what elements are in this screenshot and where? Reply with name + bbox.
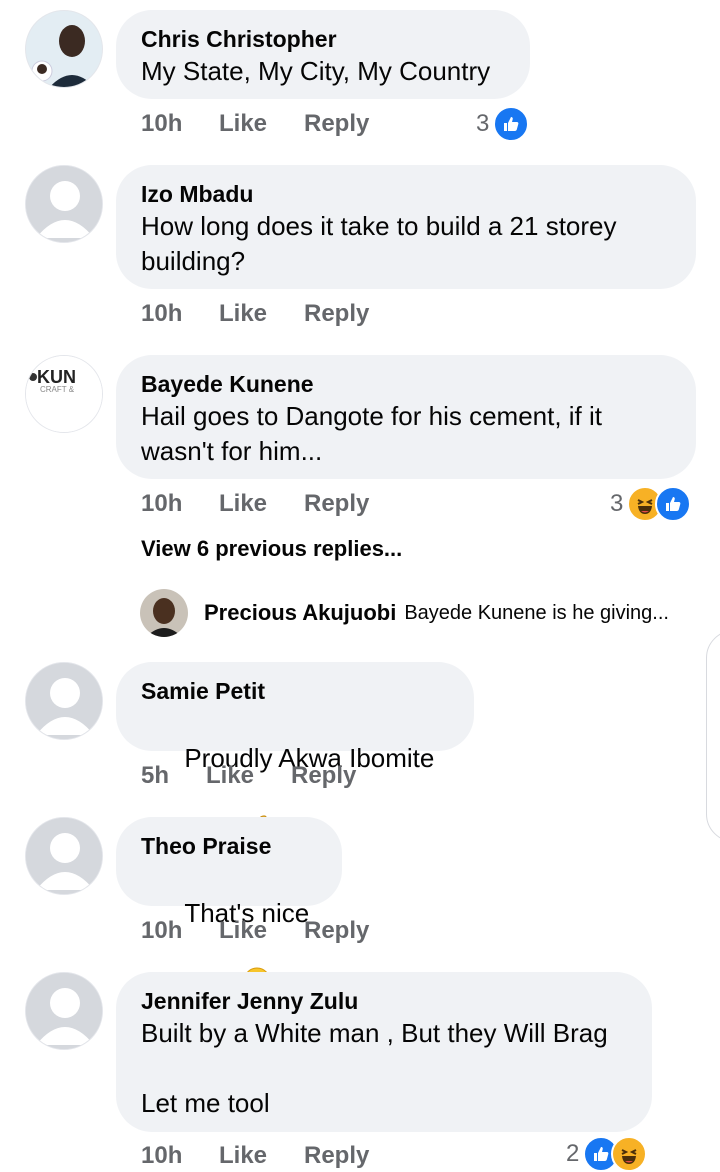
reaction-summary[interactable]: 3 xyxy=(476,106,530,142)
reaction-summary[interactable]: 2 xyxy=(566,1136,648,1172)
commenter-name[interactable]: Theo Praise xyxy=(141,831,316,861)
reply-button[interactable]: Reply xyxy=(304,300,369,328)
reply-button[interactable]: Reply xyxy=(304,1142,369,1170)
reaction-summary[interactable]: 3 xyxy=(610,486,692,522)
default-avatar-icon xyxy=(26,973,102,1049)
reply-preview[interactable]: Precious Akujuobi Bayede Kunene is he gi… xyxy=(140,589,669,637)
svg-text:CRAFT &: CRAFT & xyxy=(40,385,75,394)
comment-text: Hail goes to Dangote for his cement, if … xyxy=(141,401,610,466)
profile-photo xyxy=(26,11,102,87)
comment-actions: 10h Like Reply xyxy=(141,300,541,330)
comment-actions: 10h Like Reply xyxy=(141,1142,541,1172)
default-avatar-icon xyxy=(26,663,102,739)
view-previous-replies-link[interactable]: View 6 previous replies... xyxy=(141,536,402,562)
commenter-name[interactable]: Chris Christopher xyxy=(141,24,504,54)
like-icon xyxy=(655,486,692,522)
avatar[interactable]: KUN CRAFT & xyxy=(25,355,103,433)
reply-button[interactable]: Reply xyxy=(304,110,369,138)
commenter-name[interactable]: Bayede Kunene xyxy=(141,369,670,399)
comment-text: How long does it take to build a 21 stor… xyxy=(141,211,624,276)
like-button[interactable]: Like xyxy=(219,490,267,518)
avatar[interactable] xyxy=(25,662,103,740)
reaction-count: 2 xyxy=(566,1140,580,1167)
avatar[interactable] xyxy=(25,10,103,88)
like-button[interactable]: Like xyxy=(219,110,267,138)
commenter-name[interactable]: Izo Mbadu xyxy=(141,179,670,209)
comment-actions: 5h Like Reply xyxy=(141,762,541,792)
comment-actions: 10h Like Reply xyxy=(141,917,541,947)
side-panel-edge[interactable] xyxy=(706,630,720,842)
like-icon xyxy=(493,106,530,142)
comment-text: Built by a White man , But they Will Bra… xyxy=(141,1018,608,1118)
haha-icon xyxy=(611,1136,648,1172)
avatar[interactable] xyxy=(25,165,103,243)
like-button[interactable]: Like xyxy=(219,300,267,328)
like-button[interactable]: Like xyxy=(219,917,267,945)
comment-bubble: Jennifer Jenny Zulu Built by a White man… xyxy=(116,972,652,1132)
timestamp[interactable]: 10h xyxy=(141,917,182,945)
timestamp[interactable]: 10h xyxy=(141,300,182,328)
brand-logo: KUN CRAFT & xyxy=(26,356,102,432)
reply-button[interactable]: Reply xyxy=(304,917,369,945)
reaction-count: 3 xyxy=(476,110,490,137)
comment-bubble: Bayede Kunene Hail goes to Dangote for h… xyxy=(116,355,696,479)
default-avatar-icon xyxy=(26,818,102,894)
timestamp[interactable]: 10h xyxy=(141,490,182,518)
svg-text:KUN: KUN xyxy=(37,367,76,387)
profile-photo xyxy=(140,589,188,637)
commenter-name[interactable]: Jennifer Jenny Zulu xyxy=(141,986,626,1016)
avatar[interactable] xyxy=(25,817,103,895)
default-avatar-icon xyxy=(26,166,102,242)
comment-bubble: Chris Christopher My State, My City, My … xyxy=(116,10,530,99)
reply-author-name[interactable]: Precious Akujuobi xyxy=(204,600,396,626)
avatar[interactable] xyxy=(25,972,103,1050)
reply-button[interactable]: Reply xyxy=(304,490,369,518)
like-button[interactable]: Like xyxy=(206,762,254,790)
timestamp[interactable]: 10h xyxy=(141,1142,182,1170)
reaction-count: 3 xyxy=(610,490,624,517)
reply-button[interactable]: Reply xyxy=(291,762,356,790)
timestamp[interactable]: 10h xyxy=(141,110,182,138)
comment-bubble: Izo Mbadu How long does it take to build… xyxy=(116,165,696,289)
avatar[interactable] xyxy=(140,589,188,637)
like-button[interactable]: Like xyxy=(219,1142,267,1170)
timestamp[interactable]: 5h xyxy=(141,762,169,790)
comment-bubble: Theo Praise That's nice xyxy=(116,817,342,995)
reply-snippet: Bayede Kunene is he giving... xyxy=(404,601,669,624)
comment-bubble: Samie Petit Proudly Akwa Ibomite xyxy=(116,662,474,838)
commenter-name[interactable]: Samie Petit xyxy=(141,676,448,706)
comment-actions: 10h Like Reply xyxy=(141,490,541,520)
comment-text: My State, My City, My Country xyxy=(141,56,491,86)
